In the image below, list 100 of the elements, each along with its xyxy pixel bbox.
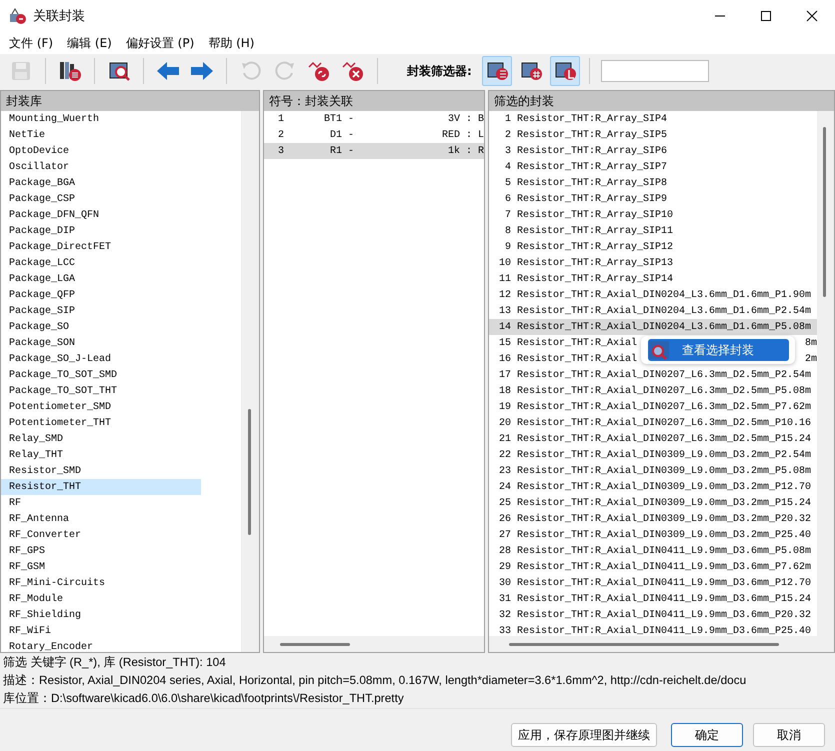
dialog-button[interactable]: 应用，保存原理图并继续	[511, 723, 657, 747]
symbol-row[interactable]: 3 R1 - 1k : R	[264, 143, 484, 159]
library-item[interactable]: Relay_SMD	[1, 431, 201, 447]
footprint-row[interactable]: 17 Resistor_THT:R_Axial_DIN0207_L6.3mm_D2.5mm_P2.54m	[489, 367, 817, 383]
library-item[interactable]: Resistor_THT	[1, 479, 201, 495]
library-item[interactable]: NetTie	[1, 127, 201, 143]
footprint-name: 8m	[804, 338, 817, 348]
dialog-button[interactable]: 确定	[671, 723, 743, 747]
footprint-row[interactable]: 24 Resistor_THT:R_Axial_DIN0309_L9.0mm_D3.2mm_P12.70	[489, 479, 817, 495]
library-filter-button[interactable]	[550, 56, 580, 86]
footprint-row[interactable]: 10 Resistor_THT:R_Array_SIP13	[489, 255, 817, 271]
row-number: 11	[498, 274, 511, 284]
library-item[interactable]: RF_Module	[1, 591, 201, 607]
library-item[interactable]: RF_GPS	[1, 543, 201, 559]
library-item[interactable]: Package_LCC	[1, 255, 201, 271]
footprint-row[interactable]: 27 Resistor_THT:R_Axial_DIN0309_L9.0mm_D3.2mm_P25.40	[489, 527, 817, 543]
footprint-row[interactable]: 6 Resistor_THT:R_Array_SIP9	[489, 191, 817, 207]
menu-item[interactable]: 文件 (F)	[2, 34, 60, 52]
footprint-name: Resistor_THT:R_Axial_DIN0309_L9.0mm_D3.2mm_P5.08m	[517, 466, 812, 476]
footprint-name: Resistor_THT:R_Axial_DIN0204_L3.6mm_D1.6mm_P5.08m	[517, 322, 812, 332]
horizontal-scrollbar[interactable]	[264, 636, 484, 652]
close-icon[interactable]	[806, 10, 818, 22]
library-item[interactable]: Package_SO	[1, 319, 201, 335]
horizontal-scrollbar[interactable]	[489, 636, 834, 652]
library-item[interactable]: RF_Antenna	[1, 511, 201, 527]
row-number: 1	[276, 114, 284, 124]
footprint-row[interactable]: 32 Resistor_THT:R_Axial_DIN0411_L9.9mm_D3.6mm_P20.32	[489, 607, 817, 623]
library-item[interactable]: Mounting_Wuerth	[1, 111, 201, 127]
symbol-row[interactable]: 1 BT1 - 3V : B	[264, 111, 484, 127]
maximize-icon[interactable]	[760, 10, 772, 22]
library-item[interactable]: Rotary_Encoder	[1, 639, 201, 652]
library-item[interactable]: Package_CSP	[1, 191, 201, 207]
footprint-row[interactable]: 4 Resistor_THT:R_Array_SIP7	[489, 159, 817, 175]
library-item[interactable]: RF_WiFi	[1, 623, 201, 639]
menu-item[interactable]: 帮助 (H)	[201, 34, 262, 52]
footprint-row[interactable]: 2 Resistor_THT:R_Array_SIP5	[489, 127, 817, 143]
row-number: 3	[276, 146, 284, 156]
footprint-row[interactable]: 14 Resistor_THT:R_Axial_DIN0204_L3.6mm_D1.6mm_P5.08m	[489, 319, 817, 335]
symbol-row[interactable]: 2 D1 - RED : L	[264, 127, 484, 143]
library-item[interactable]: RF_Shielding	[1, 607, 201, 623]
footprint-row[interactable]: 11 Resistor_THT:R_Array_SIP14	[489, 271, 817, 287]
footprint-row[interactable]: 25 Resistor_THT:R_Axial_DIN0309_L9.0mm_D3.2mm_P15.24	[489, 495, 817, 511]
footprint-row[interactable]: 21 Resistor_THT:R_Axial_DIN0207_L6.3mm_D2.5mm_P15.24	[489, 431, 817, 447]
footprint-name: Resistor_THT:R_Axial_DIN0204_L3.6mm_D1.6mm_P1.90m	[517, 290, 812, 300]
library-item[interactable]: RF_Converter	[1, 527, 201, 543]
footprint-row[interactable]: 20 Resistor_THT:R_Axial_DIN0207_L6.3mm_D2.5mm_P10.16	[489, 415, 817, 431]
footprint-row[interactable]: 23 Resistor_THT:R_Axial_DIN0309_L9.0mm_D3.2mm_P5.08m	[489, 463, 817, 479]
library-item[interactable]: RF	[1, 495, 201, 511]
library-item[interactable]: Resistor_SMD	[1, 463, 201, 479]
keyword-filter-button[interactable]	[482, 56, 512, 86]
library-item[interactable]: Package_DirectFET	[1, 239, 201, 255]
footprint-row[interactable]: 29 Resistor_THT:R_Axial_DIN0411_L9.9mm_D3.6mm_P7.62m	[489, 559, 817, 575]
footprint-row[interactable]: 30 Resistor_THT:R_Axial_DIN0411_L9.9mm_D3.6mm_P12.70	[489, 575, 817, 591]
footprint-row[interactable]: 8 Resistor_THT:R_Array_SIP11	[489, 223, 817, 239]
library-item[interactable]: Package_LGA	[1, 271, 201, 287]
row-number: 4	[504, 162, 511, 172]
footprint-row[interactable]: 9 Resistor_THT:R_Array_SIP12	[489, 239, 817, 255]
footprint-row[interactable]: 18 Resistor_THT:R_Axial_DIN0207_L6.3mm_D2.5mm_P5.08m	[489, 383, 817, 399]
footprint-row[interactable]: 12 Resistor_THT:R_Axial_DIN0204_L3.6mm_D1.6mm_P1.90m	[489, 287, 817, 303]
library-item[interactable]: RF_Mini-Circuits	[1, 575, 201, 591]
library-item[interactable]: Package_TO_SOT_THT	[1, 383, 201, 399]
library-item[interactable]: Relay_THT	[1, 447, 201, 463]
library-item[interactable]: Package_QFP	[1, 287, 201, 303]
library-item[interactable]: Potentiometer_SMD	[1, 399, 201, 415]
library-item[interactable]: OptoDevice	[1, 143, 201, 159]
library-item[interactable]: Package_BGA	[1, 175, 201, 191]
menu-item[interactable]: 编辑 (E)	[60, 34, 119, 52]
vertical-scrollbar[interactable]	[817, 111, 834, 636]
footprint-row[interactable]: 3 Resistor_THT:R_Array_SIP6	[489, 143, 817, 159]
footprint-row[interactable]: 19 Resistor_THT:R_Axial_DIN0207_L6.3mm_D2.5mm_P7.62m	[489, 399, 817, 415]
library-item[interactable]: RF_GSM	[1, 559, 201, 575]
row-number: 7	[504, 210, 511, 220]
menu-item[interactable]: 偏好设置 (P)	[118, 34, 202, 52]
reference-text: BT1 -	[324, 114, 354, 124]
footprint-row[interactable]: 26 Resistor_THT:R_Axial_DIN0309_L9.0mm_D3.2mm_P20.32	[489, 511, 817, 527]
footprint-row[interactable]: 1 Resistor_THT:R_Array_SIP4	[489, 111, 817, 127]
footprint-row[interactable]: 22 Resistor_THT:R_Axial_DIN0309_L9.0mm_D3.2mm_P2.54m	[489, 447, 817, 463]
footprint-row[interactable]: 33 Resistor_THT:R_Axial_DIN0411_L9.9mm_D3.6mm_P25.40	[489, 623, 817, 636]
dialog-button[interactable]: 取消	[753, 723, 825, 747]
footprint-row[interactable]: 28 Resistor_THT:R_Axial_DIN0411_L9.9mm_D3.6mm_P5.08m	[489, 543, 817, 559]
library-item[interactable]: Package_DIP	[1, 223, 201, 239]
library-item[interactable]: Package_SO_J-Lead	[1, 351, 201, 367]
filter-input-field[interactable]	[600, 60, 709, 82]
footprint-row[interactable]: 31 Resistor_THT:R_Axial_DIN0411_L9.9mm_D3.6mm_P15.24	[489, 591, 817, 607]
footprint-name: Resistor_THT:R_Array_SIP9	[517, 194, 668, 204]
row-number: 2	[504, 130, 511, 140]
footprint-row[interactable]: 7 Resistor_THT:R_Array_SIP10	[489, 207, 817, 223]
vertical-scrollbar[interactable]	[242, 111, 259, 652]
view-footprint-tooltip[interactable]: 查看选择封装	[648, 339, 789, 361]
library-item[interactable]: Package_SIP	[1, 303, 201, 319]
library-item[interactable]: Oscillator	[1, 159, 201, 175]
row-number: 28	[498, 546, 511, 556]
footprint-row[interactable]: 13 Resistor_THT:R_Axial_DIN0204_L3.6mm_D1.6mm_P2.54m	[489, 303, 817, 319]
library-item[interactable]: Package_SON	[1, 335, 201, 351]
column-header: 筛选的封装	[489, 91, 834, 111]
footprint-name: Resistor_THT:R_Array_SIP10	[517, 210, 674, 220]
footprint-row[interactable]: 5 Resistor_THT:R_Array_SIP8	[489, 175, 817, 191]
library-item[interactable]: Package_TO_SOT_SMD	[1, 367, 201, 383]
library-item[interactable]: Package_DFN_QFN	[1, 207, 201, 223]
library-item[interactable]: Potentiometer_THT	[1, 415, 201, 431]
